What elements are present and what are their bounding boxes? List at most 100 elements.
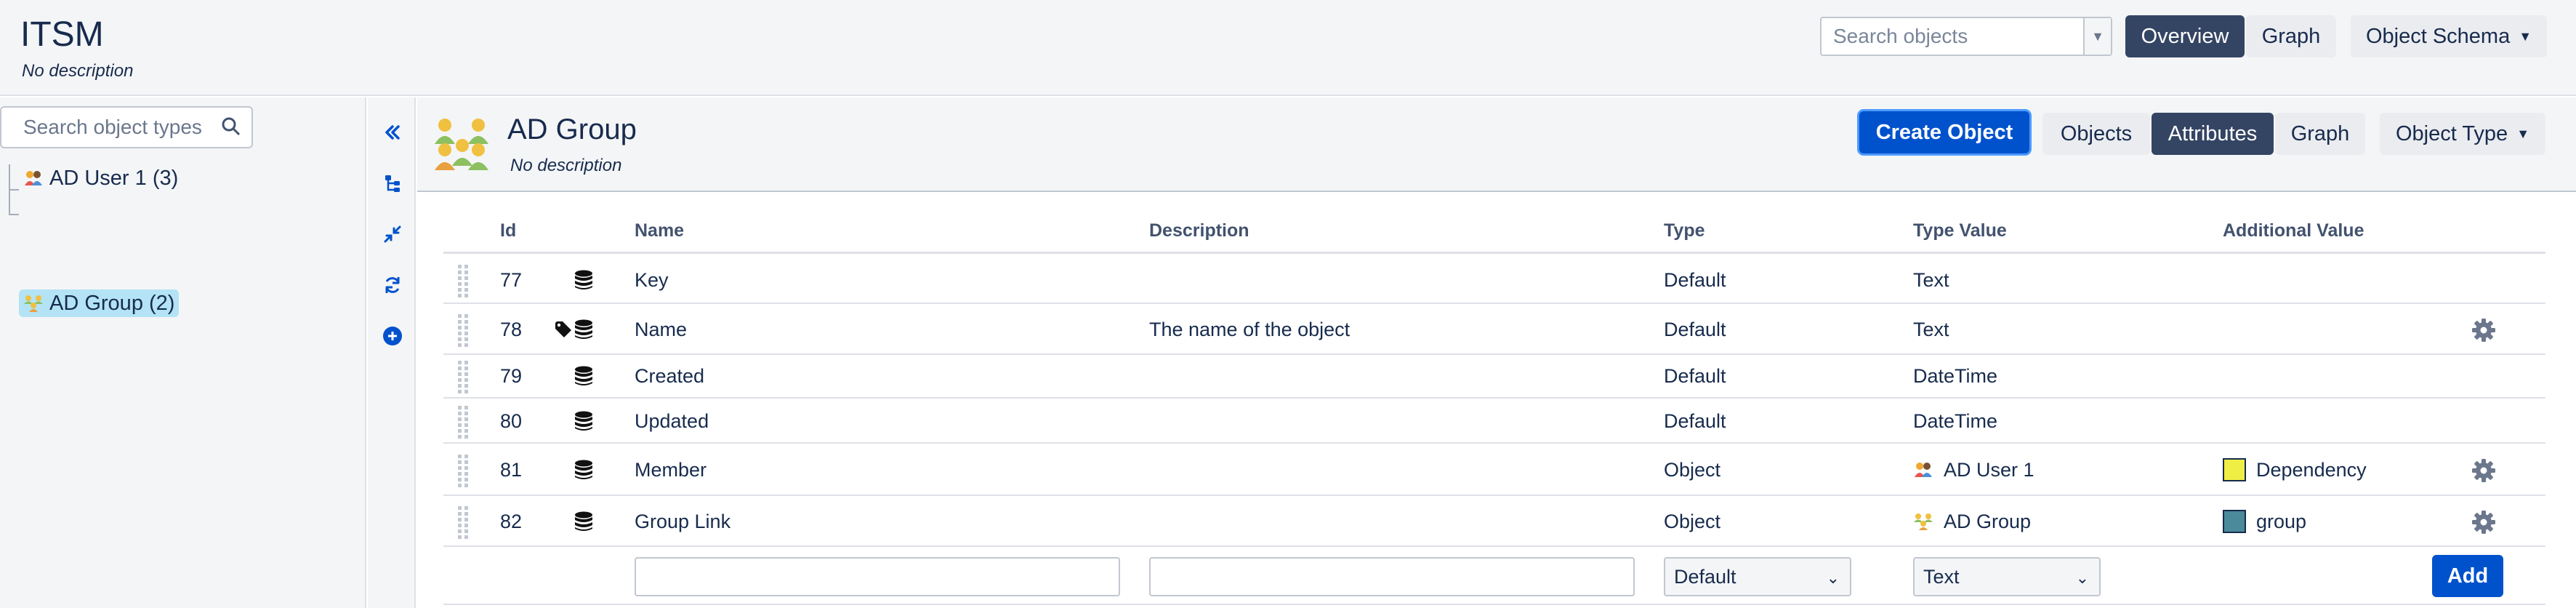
new-attribute-name-input[interactable] <box>635 557 1120 596</box>
refresh-icon[interactable] <box>381 273 404 297</box>
attribute-type-value: DateTime <box>1913 355 1997 397</box>
group-icon <box>1913 511 1933 532</box>
drag-handle-icon[interactable] <box>458 506 468 539</box>
hierarchy-icon[interactable] <box>381 172 404 195</box>
new-attribute-type-value: Default <box>1674 565 1736 588</box>
overview-button[interactable]: Overview <box>2125 15 2245 57</box>
attribute-name-text: Group Link <box>635 510 731 532</box>
drag-handle-icon[interactable] <box>458 265 468 297</box>
drag-handle-icon[interactable] <box>458 361 468 393</box>
attribute-name-text: Updated <box>635 409 709 432</box>
attribute-type-value-text: AD User 1 <box>1944 458 2034 481</box>
object-schema-menu[interactable]: Object Schema ▼ <box>2351 15 2547 57</box>
drag-handle-icon[interactable] <box>458 455 468 487</box>
object-type-search-placeholder: Search object types <box>23 116 202 138</box>
attribute-id-text: 81 <box>500 458 523 481</box>
tree-item-ad-user-1[interactable]: AD User 1 (3) <box>19 164 182 192</box>
group-icon <box>24 295 43 312</box>
attribute-row[interactable]: 82 Group Link Object AD Group group <box>443 497 2545 547</box>
drag-handle-icon[interactable] <box>458 406 468 439</box>
tab-attributes-label: Attributes <box>2168 121 2258 145</box>
attribute-additional-value: group <box>2223 497 2306 545</box>
attribute-type-value-text: DateTime <box>1913 364 1998 387</box>
gear-icon[interactable] <box>2471 458 2496 487</box>
tab-attributes[interactable]: Attributes <box>2152 113 2274 155</box>
object-type-title: AD Group <box>507 113 637 145</box>
attribute-id-text: 82 <box>500 510 523 532</box>
attribute-id: 77 <box>500 257 522 303</box>
attribute-type-value: Text <box>1913 305 1949 353</box>
attribute-type-text: Default <box>1664 364 1726 387</box>
attribute-type-value-text: Text <box>1913 318 1949 340</box>
column-header-type-value: Type Value <box>1913 220 2007 241</box>
chevron-down-icon: ⌄ <box>1826 569 1840 587</box>
attribute-type: Object <box>1664 497 1720 545</box>
search-dropdown-caret-icon[interactable]: ▼ <box>2083 18 2111 55</box>
group-icon <box>435 119 488 170</box>
database-icon <box>573 269 595 291</box>
attribute-type-text: Object <box>1664 458 1721 481</box>
attribute-name: Name <box>635 305 687 353</box>
attribute-icons <box>554 305 595 353</box>
attribute-id-text: 80 <box>500 409 523 432</box>
attribute-id-text: 79 <box>500 364 523 387</box>
column-header-name: Name <box>635 220 685 241</box>
attribute-icons <box>573 497 595 545</box>
object-schema-menu-label: Object Schema <box>2365 24 2511 48</box>
label-tag-icon <box>554 320 573 339</box>
compress-icon[interactable] <box>381 223 404 246</box>
top-header: ITSM No description Search objects ▼ Ove… <box>0 0 2576 96</box>
user-group-icon <box>1913 460 1933 480</box>
attribute-name: Created <box>635 355 704 397</box>
tab-objects[interactable]: Objects <box>2042 113 2150 155</box>
tab-objects-label: Objects <box>2060 121 2133 145</box>
new-attribute-type-select[interactable]: Default ⌄ <box>1664 557 1851 596</box>
attribute-row[interactable]: 79 Created Default DateTime <box>443 355 2545 399</box>
attribute-icons <box>573 257 595 303</box>
object-type-menu[interactable]: Object Type ▼ <box>2380 113 2545 155</box>
database-icon <box>573 511 595 532</box>
create-object-button[interactable]: Create Object <box>1859 111 2029 153</box>
attribute-type-text: Default <box>1664 318 1726 340</box>
attribute-row[interactable]: 81 Member Object AD User 1 Dependency <box>443 445 2545 496</box>
chevron-down-icon: ⌄ <box>2075 569 2089 587</box>
attribute-icons <box>573 445 595 495</box>
attribute-id: 78 <box>500 305 522 353</box>
collapse-icon[interactable] <box>381 121 404 144</box>
search-objects-input[interactable]: Search objects ▼ <box>1820 17 2112 56</box>
attribute-name: Key <box>635 257 669 303</box>
new-attribute-description-input[interactable] <box>1149 557 1635 596</box>
database-icon <box>573 410 595 432</box>
add-circle-icon[interactable] <box>381 324 404 348</box>
add-attribute-button[interactable]: Add <box>2432 555 2503 597</box>
gear-icon[interactable] <box>2471 510 2496 538</box>
schema-graph-button[interactable]: Graph <box>2246 15 2336 57</box>
attribute-additional-value-text: Dependency <box>2256 458 2367 481</box>
attribute-type-text: Default <box>1664 409 1726 432</box>
chevron-down-icon: ▼ <box>2516 126 2530 141</box>
object-type-menu-label: Object Type <box>2395 121 2508 145</box>
new-attribute-type-value-select[interactable]: Text ⌄ <box>1913 557 2101 596</box>
attribute-row[interactable]: 80 Updated Default DateTime <box>443 400 2545 444</box>
column-header-description: Description <box>1149 220 1249 241</box>
attribute-type: Default <box>1664 305 1726 353</box>
attribute-type-value-text: DateTime <box>1913 409 1998 432</box>
attribute-description: The name of the object <box>1149 305 1350 353</box>
attribute-type-value: AD Group <box>1913 497 2031 545</box>
gear-icon[interactable] <box>2471 318 2496 346</box>
object-type-sidebar: Search object types AD User 1 (3) AD Gro… <box>0 97 366 608</box>
attribute-type: Object <box>1664 445 1720 495</box>
drag-handle-icon[interactable] <box>458 314 468 347</box>
table-bottom-divider <box>443 604 2545 605</box>
tree-item-ad-group[interactable]: AD Group (2) <box>19 289 180 317</box>
color-swatch <box>2223 510 2246 533</box>
attribute-name-text: Key <box>635 268 669 291</box>
attribute-row[interactable]: 78 Name The name of the object Default Text <box>443 305 2545 355</box>
tab-graph[interactable]: Graph <box>2275 113 2365 155</box>
column-header-id: Id <box>500 220 517 241</box>
attribute-type: Default <box>1664 400 1726 442</box>
tree-item-label: AD Group (2) <box>49 291 175 315</box>
object-type-search-input[interactable]: Search object types <box>0 106 253 148</box>
attribute-row[interactable]: 77 Key Default Text <box>443 257 2545 304</box>
table-header-divider <box>443 252 2545 254</box>
